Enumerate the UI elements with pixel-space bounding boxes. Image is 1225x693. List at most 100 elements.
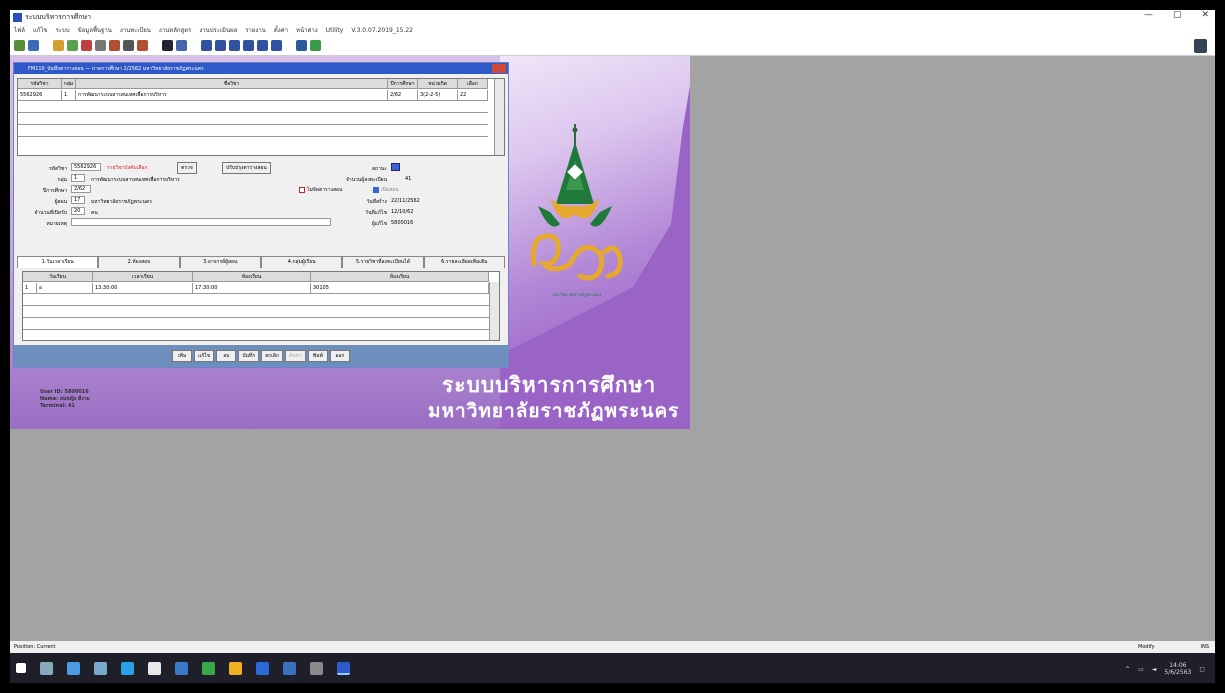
exit-icon[interactable] <box>310 40 321 51</box>
print-button[interactable]: พิมพ์ <box>307 350 328 362</box>
save-icon[interactable] <box>28 40 39 51</box>
tray-expand-icon[interactable]: ^ <box>1125 666 1130 673</box>
schedule-window-close-button[interactable] <box>492 64 506 73</box>
outlook-icon[interactable] <box>256 661 269 675</box>
check-course-button[interactable]: ตรวจ <box>177 162 197 174</box>
grid-cell-code[interactable]: 5562926 <box>18 90 62 100</box>
education-app-icon[interactable] <box>337 661 350 675</box>
copy-icon[interactable] <box>67 40 78 51</box>
tab-exam-room[interactable]: 2.ห้องสอบ <box>98 256 180 268</box>
course-code-field[interactable]: 5562926 <box>71 163 101 171</box>
menu-item-basic-data[interactable]: ข้อมูลพื้นฐาน <box>78 25 112 35</box>
minimize-button[interactable]: — <box>1144 10 1153 20</box>
next-page-icon[interactable] <box>257 40 268 51</box>
grid-header-year[interactable]: ปีการศึกษา <box>388 79 418 89</box>
class-time-grid[interactable]: วันเรียน เวลาเรียน ห้องเรียน ห้องเรียน 1… <box>22 271 500 341</box>
volume-icon[interactable]: ◄ <box>1152 666 1157 673</box>
pc-icon[interactable] <box>283 661 296 675</box>
store-icon[interactable] <box>148 661 161 675</box>
menu-item-utility[interactable]: Utility <box>326 27 344 34</box>
filter-icon[interactable] <box>176 40 187 51</box>
time-grid-header-room[interactable]: ห้องเรียน <box>193 272 311 282</box>
menu-item-edit[interactable]: แก้ไข <box>33 25 48 35</box>
word-icon[interactable] <box>175 661 188 675</box>
grid-cell-credit[interactable]: 3(2-2-5) <box>418 90 458 100</box>
delete-button[interactable]: ลบ <box>216 350 237 362</box>
find-icon[interactable] <box>162 40 173 51</box>
time-grid-cell-no[interactable]: 1 <box>23 283 37 293</box>
time-grid-cell-start[interactable]: 13:30:00 <box>93 283 193 293</box>
tool-icon[interactable] <box>310 661 323 675</box>
last-record-icon[interactable] <box>271 40 282 51</box>
time-grid-cell-day[interactable]: อ <box>37 283 93 293</box>
menu-item-curriculum[interactable]: งานหลักสูตร <box>159 25 191 35</box>
open-checkbox[interactable] <box>373 187 379 193</box>
line-icon[interactable] <box>202 661 215 675</box>
seats-field[interactable]: 20 <box>71 207 85 215</box>
search-button[interactable]: ค้นหา <box>285 350 306 362</box>
note-field[interactable] <box>71 218 331 226</box>
menu-item-settings[interactable]: ตั้งค่า <box>274 25 288 35</box>
new-icon[interactable] <box>53 40 64 51</box>
time-grid-cell-end[interactable]: 17:30:00 <box>193 283 311 293</box>
menu-item-evaluation[interactable]: งานประเมินผล <box>199 25 237 35</box>
menu-item-window[interactable]: หน้าต่าง <box>296 25 318 35</box>
save-button[interactable]: บันทึก <box>238 350 260 362</box>
menu-item-system[interactable]: ระบบ <box>56 25 70 35</box>
grid-cell-year[interactable]: 2/62 <box>388 90 418 100</box>
time-grid-header-time[interactable]: เวลาเรียน <box>93 272 193 282</box>
class-time-grid-scrollbar[interactable] <box>489 282 499 340</box>
tab-class-time[interactable]: 1.วันเวลาเรียน <box>17 256 99 268</box>
time-grid-header-day[interactable]: วันเรียน <box>23 272 93 282</box>
open-icon[interactable] <box>14 40 25 51</box>
users-icon[interactable] <box>296 40 307 51</box>
tab-details[interactable]: 6.รายละเอียดเพิ่มเติม <box>423 256 505 268</box>
cancel-button[interactable]: ยกเลิก <box>261 350 283 362</box>
grid-cell-group[interactable]: 1 <box>62 90 76 100</box>
chrome-icon[interactable] <box>229 661 242 675</box>
update-schedule-button[interactable]: ปรับปรุงตารางสอน <box>222 162 271 174</box>
status-indicator[interactable] <box>391 163 400 171</box>
edit-icon[interactable] <box>109 40 120 51</box>
close-button[interactable]: ✕ <box>1201 10 1209 20</box>
edge-icon[interactable] <box>121 661 134 675</box>
exit-button[interactable]: ออก <box>329 350 350 362</box>
time-grid-header-building[interactable]: ห้องเรียน <box>311 272 489 282</box>
tab-teachers[interactable]: 3.อาจารย์ผู้สอน <box>179 256 261 268</box>
prev-record-icon[interactable] <box>229 40 240 51</box>
prev-page-icon[interactable] <box>215 40 226 51</box>
search-icon[interactable] <box>40 661 53 675</box>
grid-cell-select[interactable]: 22 <box>458 90 488 100</box>
app-window-icon[interactable] <box>94 661 107 675</box>
edit2-icon[interactable] <box>137 40 148 51</box>
tab-registrable-courses[interactable]: 5.รายวิชาที่ลงทะเบียนได้ <box>342 256 424 268</box>
grid-header-name[interactable]: ชื่อวิชา <box>76 79 388 89</box>
section-field[interactable]: 2/62 <box>71 185 91 193</box>
first-record-icon[interactable] <box>201 40 212 51</box>
grid-header-group[interactable]: กลุ่ม <box>62 79 76 89</box>
grid-header-credit[interactable]: หน่วยกิต <box>418 79 458 89</box>
course-grid[interactable]: รหัสวิชา กลุ่ม ชื่อวิชา ปีการศึกษา หน่วย… <box>17 78 505 156</box>
delete-icon[interactable] <box>81 40 92 51</box>
course-grid-scrollbar[interactable] <box>494 79 504 155</box>
network-icon[interactable]: ▭ <box>1138 666 1144 673</box>
grid-header-select[interactable]: เลือก <box>458 79 488 89</box>
teacher-field[interactable]: 17 <box>71 196 85 204</box>
notifications-icon[interactable]: ▢ <box>1199 666 1205 673</box>
print-icon[interactable] <box>95 40 106 51</box>
menu-item-registration[interactable]: งานทะเบียน <box>120 25 151 35</box>
start-icon[interactable] <box>16 663 26 673</box>
grid-cell-name[interactable]: การพัฒนาระบบสารสนเทศเพื่อการบริหาร <box>76 90 388 100</box>
text-icon[interactable] <box>123 40 134 51</box>
maximize-button[interactable]: ▢ <box>1173 10 1182 20</box>
tab-learner-groups[interactable]: 4.กลุ่มผู้เรียน <box>260 256 343 268</box>
no-schedule-checkbox[interactable] <box>299 187 305 193</box>
menu-item-file[interactable]: ไฟล์ <box>14 25 25 35</box>
task-view-icon[interactable] <box>67 661 80 675</box>
grid-header-code[interactable]: รหัสวิชา <box>18 79 62 89</box>
add-button[interactable]: เพิ่ม <box>172 350 193 362</box>
clock[interactable]: 14:06 5/6/2563 <box>1164 662 1191 676</box>
edit-button[interactable]: แก้ไข <box>194 350 215 362</box>
next-record-icon[interactable] <box>243 40 254 51</box>
user-avatar-icon[interactable] <box>1194 39 1207 53</box>
